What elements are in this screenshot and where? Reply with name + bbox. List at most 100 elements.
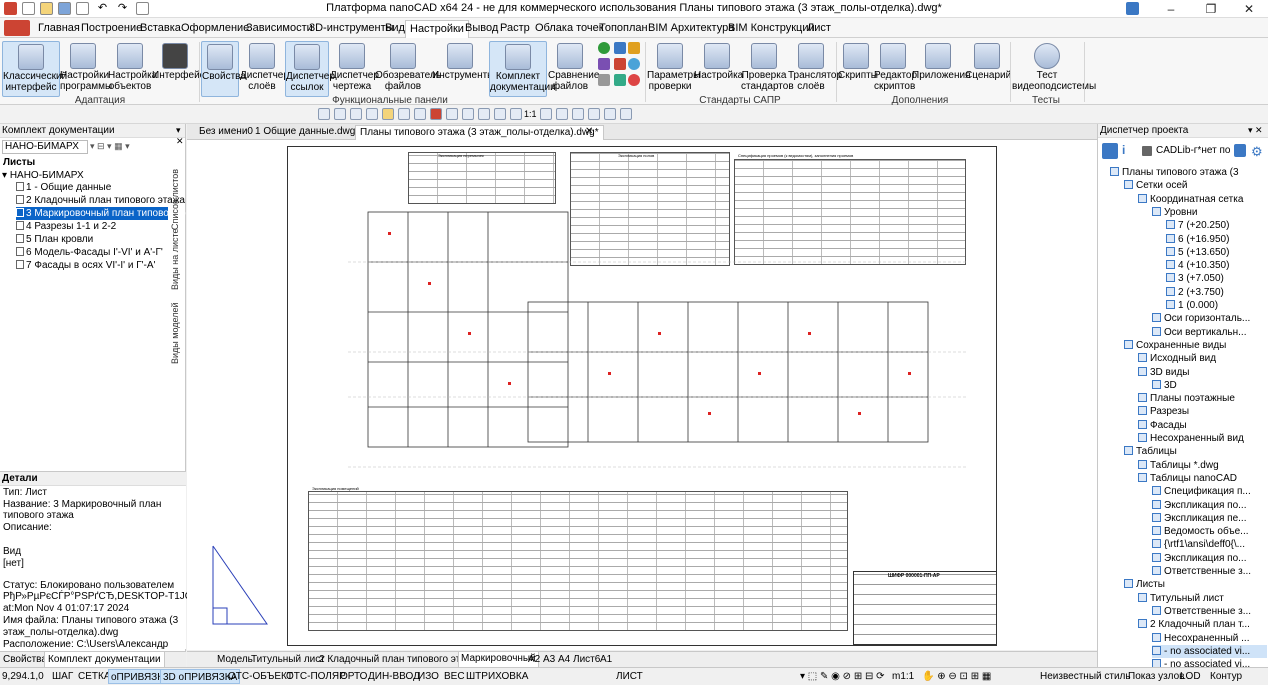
menu-constraints[interactable]: Зависимости <box>246 22 313 34</box>
style-indicator[interactable]: Неизвестный стиль <box>1038 669 1133 684</box>
lod-toggle[interactable]: LOD <box>1178 669 1203 684</box>
small-tool-icon[interactable] <box>628 42 640 54</box>
layout-tab[interactable]: Титульный лист <box>251 654 325 665</box>
tree-item[interactable]: Таблицы nanoCAD <box>1138 472 1267 485</box>
frame-icon[interactable] <box>494 108 506 120</box>
tree-item[interactable]: 2 Кладочный план т... <box>1138 618 1267 631</box>
layout-tab[interactable]: Лист6 <box>573 654 600 665</box>
menu-bim-constr[interactable]: BIM Конструкции <box>728 22 815 34</box>
tree-item[interactable]: {\rtf1\ansi\deff0{\... <box>1152 538 1267 551</box>
table-icon[interactable] <box>398 108 410 120</box>
sheet-item-selected[interactable]: 3 Маркировочный план типового э <box>16 207 186 220</box>
small-tool-icon[interactable] <box>598 42 610 54</box>
menu-view[interactable]: Вид <box>385 22 405 34</box>
zoom-out-icon[interactable] <box>588 108 600 120</box>
space-indicator[interactable]: ЛИСТ <box>614 669 645 684</box>
brush-icon[interactable] <box>382 108 394 120</box>
tree-item[interactable]: Листы <box>1124 578 1267 591</box>
zoom-icon[interactable] <box>540 108 552 120</box>
tree-item[interactable]: Планы типового этажа (3 <box>1110 166 1267 179</box>
tree-item[interactable]: Спецификация п... <box>1152 485 1267 498</box>
layout-tab[interactable]: A1 <box>600 654 612 665</box>
sheet-item[interactable]: 6 Модель-Фасады I'-VI' и А'-Г' <box>16 246 163 259</box>
small-tool-icon[interactable] <box>614 58 626 70</box>
small-tool-icon[interactable] <box>598 74 610 86</box>
window-zoom-icon[interactable] <box>430 108 442 120</box>
project-selector[interactable]: НАНО-БИМАРХ <box>2 140 88 154</box>
script-editor-button[interactable]: Редактор скриптов <box>874 41 917 97</box>
menu-output[interactable]: Вывод <box>465 22 498 34</box>
info-icon[interactable]: i <box>1122 143 1136 159</box>
tree-item[interactable]: Несохраненный вид <box>1138 432 1267 445</box>
tree-item[interactable]: Сохраненные виды <box>1124 339 1267 352</box>
tree-item[interactable]: Оси вертикальн... <box>1152 326 1267 339</box>
tree-item[interactable]: Планы поэтажные <box>1138 392 1267 405</box>
classic-interface-button[interactable]: Классический интерфейс <box>2 41 67 97</box>
panel-pin-icon[interactable]: ▾ ✕ <box>1248 125 1263 136</box>
grid-icon[interactable] <box>334 108 346 120</box>
menu-main[interactable]: Главная <box>38 22 80 34</box>
scripts-button[interactable]: Скрипты <box>838 41 878 97</box>
frame-icon[interactable] <box>446 108 458 120</box>
sheet-item[interactable]: 2 Кладочный план типового этажа <box>16 194 185 207</box>
tree-item[interactable]: Исходный вид <box>1138 352 1267 365</box>
close-button[interactable]: ✕ <box>1230 1 1268 17</box>
layout-tab-active[interactable]: Маркировочный <box>458 652 539 668</box>
frame-icon[interactable] <box>462 108 474 120</box>
menu-sheet[interactable]: Лист <box>807 22 831 34</box>
small-tool-icon[interactable] <box>628 74 640 86</box>
layout-tab[interactable]: A2 <box>528 654 540 665</box>
menu-topoplan[interactable]: Топоплан <box>599 22 648 34</box>
scale-indicator[interactable]: m1:1 <box>890 669 916 684</box>
scale-1-1-icon[interactable]: 1:1 <box>524 109 537 119</box>
tree-item[interactable]: - no associated vi... <box>1152 644 1267 658</box>
menu-point-clouds[interactable]: Облака точек <box>535 22 604 34</box>
menu-bim-arch[interactable]: BIM Архитектура <box>648 22 734 34</box>
menu-raster[interactable]: Растр <box>500 22 530 34</box>
zoom-tools-icons[interactable]: ✋ ⊕ ⊖ ⊡ ⊞ ▦ <box>922 671 991 682</box>
minimize-button[interactable]: – <box>1152 1 1190 17</box>
status-toggle[interactable]: ШТРИХОВКА <box>464 669 530 684</box>
small-tool-icon[interactable] <box>598 58 610 70</box>
status-toggle[interactable]: ШАГ <box>50 669 75 684</box>
contour-toggle[interactable]: Контур <box>1208 669 1244 684</box>
status-toggle[interactable]: ДИН-ВВОД <box>366 669 422 684</box>
tree-item[interactable]: Сетки осей <box>1124 179 1267 192</box>
file-compare-button[interactable]: Сравнение файлов <box>548 41 599 97</box>
status-tool-icons[interactable]: ▾ ⬚ ✎ ◉ ⊘ ⊞ ⊟ ⟳ <box>800 671 885 682</box>
tree-item[interactable]: Таблицы *.dwg <box>1138 459 1267 472</box>
tab-views-on-sheet[interactable]: Виды на листе <box>170 224 186 294</box>
tree-item[interactable]: Экспликация пе... <box>1152 512 1267 525</box>
setup-button[interactable]: Настройка <box>694 41 743 97</box>
tree-item[interactable]: Ответственные з... <box>1152 565 1267 578</box>
check-standards-button[interactable]: Проверка стандартов <box>741 41 794 97</box>
sheet-item[interactable]: 7 Фасады в осях VI'-I' и Г'-А' <box>16 259 155 272</box>
doc-set-button[interactable]: Комплект документации <box>489 41 556 97</box>
menu-3d-tools[interactable]: 3D-инструменты <box>309 22 394 34</box>
export-icon[interactable] <box>1234 144 1246 157</box>
panel-pin-icon[interactable]: ▾ ✕ <box>176 125 185 147</box>
tab-doc-set[interactable]: Комплект документации <box>44 652 165 668</box>
panel-toolbar-icon[interactable]: ▾ ⊟ ▾ ▦ ▾ <box>90 141 130 152</box>
doc-tab[interactable]: Без имени0 <box>195 125 257 140</box>
small-tool-icon[interactable] <box>614 42 626 54</box>
status-toggle[interactable]: ОРТО <box>338 669 369 684</box>
tree-item[interactable]: Несохраненный ... <box>1152 632 1267 645</box>
tree-item[interactable]: 3 (+7.050) <box>1166 272 1267 285</box>
tree-item[interactable]: 1 (0.000) <box>1166 299 1267 312</box>
sheet-item[interactable]: 1 - Общие данные <box>16 181 111 194</box>
tree-item[interactable]: Разрезы <box>1138 405 1267 418</box>
drawing-canvas[interactable]: Экспликация перемычек Экспликация полов … <box>187 140 1097 650</box>
status-toggle[interactable]: ВЕС <box>442 669 467 684</box>
menu-format[interactable]: Оформление <box>181 22 249 34</box>
tree-item[interactable]: Экспликация по... <box>1152 499 1267 512</box>
zoom-extents-icon[interactable] <box>604 108 616 120</box>
zoom-window-icon[interactable] <box>620 108 632 120</box>
menu-insert[interactable]: Вставка <box>140 22 181 34</box>
small-tool-icon[interactable] <box>628 58 640 70</box>
applications-button[interactable]: Приложения <box>912 41 971 97</box>
layer-manager-button[interactable]: Диспетчер слоёв <box>240 41 289 97</box>
layer-icon[interactable] <box>366 108 378 120</box>
layer-translator-button[interactable]: Транслятор слоёв <box>788 41 842 97</box>
interface-button[interactable]: Интерфейс <box>152 41 205 97</box>
